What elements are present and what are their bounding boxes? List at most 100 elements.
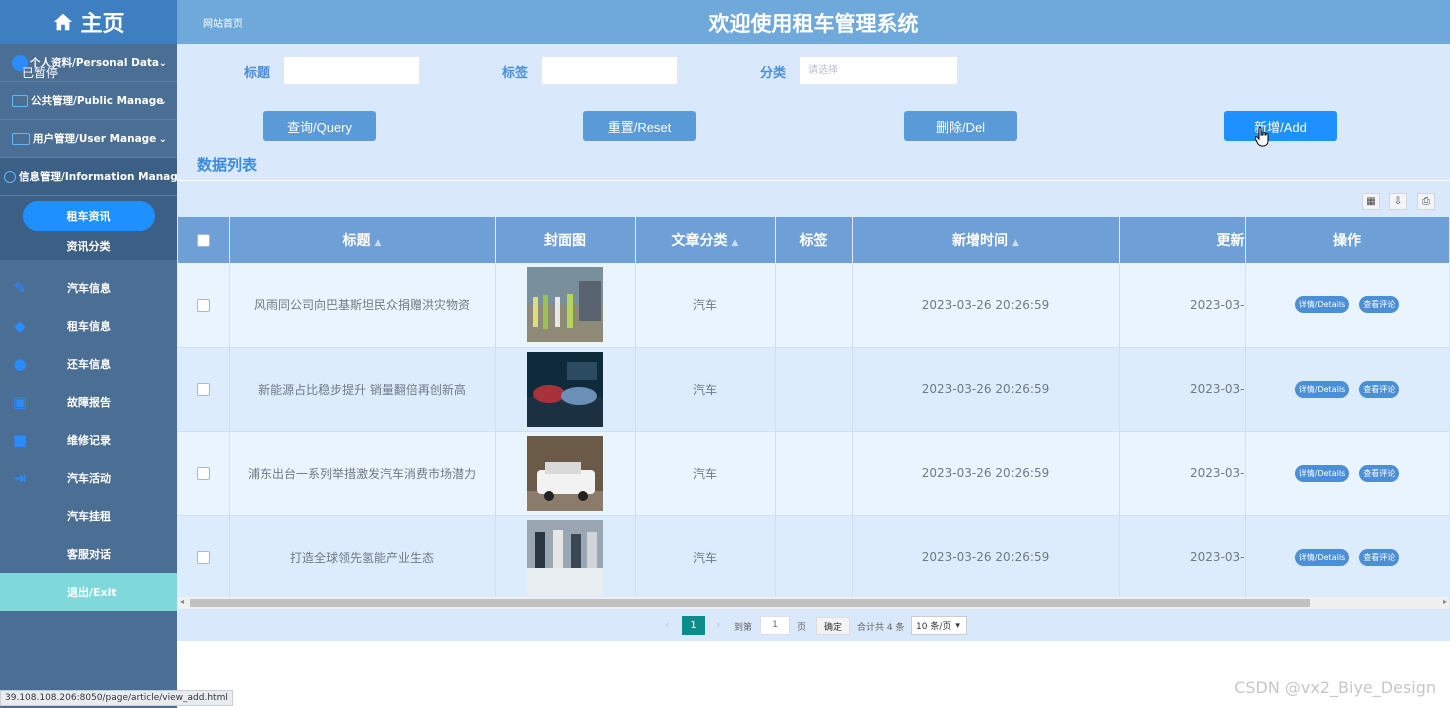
scroll-left-icon[interactable]: ◂ <box>180 597 184 606</box>
sidebar-item-service-chat[interactable]: 客服对话 <box>0 535 177 573</box>
cell-cover <box>495 263 636 348</box>
table-row[interactable]: 新能源占比稳步提升 销量翻倍再创新高 汽车 2023-03-26 20:26:5… <box>178 347 1449 432</box>
columns-icon[interactable]: ▦ <box>1362 193 1380 210</box>
home-logo[interactable]: 主页 <box>0 0 177 44</box>
chevron-down-icon: ⌄ <box>158 96 167 107</box>
comments-button[interactable]: 查看评论 <box>1359 296 1400 314</box>
horizontal-scrollbar[interactable]: ◂ ▸ <box>178 597 1449 609</box>
row-checkbox[interactable] <box>196 383 210 396</box>
cover-image[interactable] <box>527 519 603 595</box>
sidebar-item-rental-info[interactable]: ◆ 租车信息 <box>0 307 177 345</box>
details-button[interactable]: 详情/Details <box>1294 296 1350 314</box>
col-header-label: 新增时间 <box>952 233 1009 249</box>
sort-icon: ▲ <box>374 238 382 248</box>
cell-tag <box>775 263 853 348</box>
category-select[interactable] <box>799 56 958 85</box>
pagination: ‹ 1 › 到第 1 页 确定 合计共 4 条 10 条/页 ▾ <box>177 610 1450 641</box>
print-icon[interactable]: ⎙ <box>1417 193 1435 210</box>
title-input[interactable] <box>283 56 420 85</box>
scroll-right-icon[interactable]: ▸ <box>1443 597 1447 606</box>
goto-page-input[interactable]: 1 <box>760 616 790 635</box>
cell-title: 新能源占比稳步提升 销量翻倍再创新高 <box>229 347 496 432</box>
sidebar-item-label: 维修记录 <box>67 434 111 447</box>
cover-image[interactable] <box>527 267 603 343</box>
prev-page-icon[interactable]: ‹ <box>665 618 669 631</box>
comments-button[interactable]: 查看评论 <box>1359 548 1400 566</box>
col-header-title[interactable]: 标题 ▲ <box>229 217 496 263</box>
details-button[interactable]: 详情/Details <box>1294 464 1350 482</box>
delete-button[interactable]: 删除/Del <box>904 111 1017 141</box>
row-check-cell <box>178 347 230 432</box>
sidebar-item-label: 汽车活动 <box>67 472 111 485</box>
comments-button[interactable]: 查看评论 <box>1359 464 1400 482</box>
next-page-icon[interactable]: › <box>716 618 720 631</box>
page-size-select[interactable]: 10 条/页 ▾ <box>911 616 967 635</box>
col-header-label: 封面图 <box>544 233 586 249</box>
cover-image[interactable] <box>527 435 603 511</box>
cell-title: 风雨同公司向巴基斯坦民众捐赠洪灾物资 <box>229 263 496 348</box>
col-header-created[interactable]: 新增时间 ▲ <box>852 217 1120 263</box>
sidebar-item-car-info[interactable]: ✎ 汽车信息 <box>0 269 177 307</box>
sub-item-news-category[interactable]: 资讯分类 <box>0 236 177 260</box>
menu-group-information[interactable]: 信息管理/Information Manage <box>0 158 177 196</box>
sort-icon: ▲ <box>1012 238 1019 248</box>
details-button[interactable]: 详情/Details <box>1294 380 1350 398</box>
row-checkbox[interactable] <box>196 467 210 480</box>
query-button[interactable]: 查询/Query <box>263 111 376 141</box>
goto-confirm-button[interactable]: 确定 <box>816 617 850 635</box>
sidebar-item-fault-report[interactable]: ▣ 故障报告 <box>0 383 177 421</box>
table-row[interactable]: 浦东出台一系列举措激发汽车消费市场潜力 汽车 2023-03-26 20:26:… <box>178 431 1449 516</box>
sidebar-item-exit[interactable]: 退出/Exit <box>0 573 177 611</box>
sub-item-label: 租车资讯 <box>22 201 155 231</box>
cell-created: 2023-03-26 20:26:59 <box>852 431 1120 516</box>
table-row[interactable]: 风雨同公司向巴基斯坦民众捐赠洪灾物资 汽车 2023-03-26 20:26:5… <box>178 263 1449 348</box>
tag-input[interactable] <box>541 56 678 85</box>
tag-label: 标签 <box>502 66 529 81</box>
cell-updated: 2023-03- <box>1119 515 1246 597</box>
details-button[interactable]: 详情/Details <box>1294 548 1350 566</box>
reset-button[interactable]: 重置/Reset <box>583 111 696 141</box>
page-size-value: 10 条/页 <box>916 622 952 632</box>
row-check-cell <box>178 263 230 348</box>
scrollbar-thumb[interactable] <box>190 599 1310 607</box>
sidebar-item-car-activity[interactable]: ⇥ 汽车活动 <box>0 459 177 497</box>
col-header-updated[interactable]: 更新 <box>1119 217 1246 263</box>
sidebar-item-repair-record[interactable]: ■ 维修记录 <box>0 421 177 459</box>
top-header: 网站首页 欢迎使用租车管理系统 <box>177 0 1450 44</box>
cell-actions: 详情/Details 查看评论 <box>1244 515 1449 597</box>
select-all-cell <box>178 217 230 263</box>
comments-button[interactable]: 查看评论 <box>1359 380 1400 398</box>
sidebar-item-return-info[interactable]: ● 还车信息 <box>0 345 177 383</box>
list-title: 数据列表 <box>197 156 258 174</box>
col-header-tag: 标签 <box>775 217 853 263</box>
sidebar-item-car-lease[interactable]: 汽车挂租 <box>0 497 177 535</box>
col-header-category[interactable]: 文章分类 ▲ <box>635 217 776 263</box>
row-check-cell <box>178 431 230 516</box>
sidebar-item-label: 客服对话 <box>67 548 111 561</box>
sidebar-item-label: 租车信息 <box>67 320 111 333</box>
add-button[interactable]: 新增/Add <box>1224 111 1337 141</box>
sub-item-rental-news[interactable]: 租车资讯 <box>0 196 177 236</box>
tag-icon: ◆ <box>14 317 26 335</box>
cover-image[interactable] <box>527 351 603 427</box>
chevron-down-icon: ⌄ <box>158 134 167 145</box>
total-count: 合计共 4 条 <box>857 623 905 633</box>
title-label: 标题 <box>244 66 271 81</box>
export-icon[interactable]: ⇩ <box>1389 193 1407 210</box>
home-icon <box>54 13 73 31</box>
table-row[interactable]: 打造全球领先氢能产业生态 汽车 2023-03-26 20:26:59 2023… <box>178 515 1449 597</box>
menu-group-label: 公共管理/Public Manage <box>31 95 164 107</box>
cell-category: 汽车 <box>635 431 776 516</box>
cell-category: 汽车 <box>635 347 776 432</box>
select-all-checkbox[interactable] <box>196 233 210 247</box>
row-checkbox[interactable] <box>196 298 210 312</box>
menu-group-public[interactable]: 公共管理/Public Manage ⌄ <box>0 82 177 120</box>
col-header-label: 标签 <box>799 233 828 249</box>
cell-category: 汽车 <box>635 263 776 348</box>
row-checkbox[interactable] <box>196 551 210 564</box>
user-icon: ● <box>13 355 27 373</box>
current-page[interactable]: 1 <box>682 616 705 635</box>
chevron-down-icon: ⌄ <box>158 58 167 69</box>
menu-group-user[interactable]: 用户管理/User Manage ⌄ <box>0 120 177 158</box>
menu-group-label: 信息管理/Information Manage <box>19 171 177 183</box>
